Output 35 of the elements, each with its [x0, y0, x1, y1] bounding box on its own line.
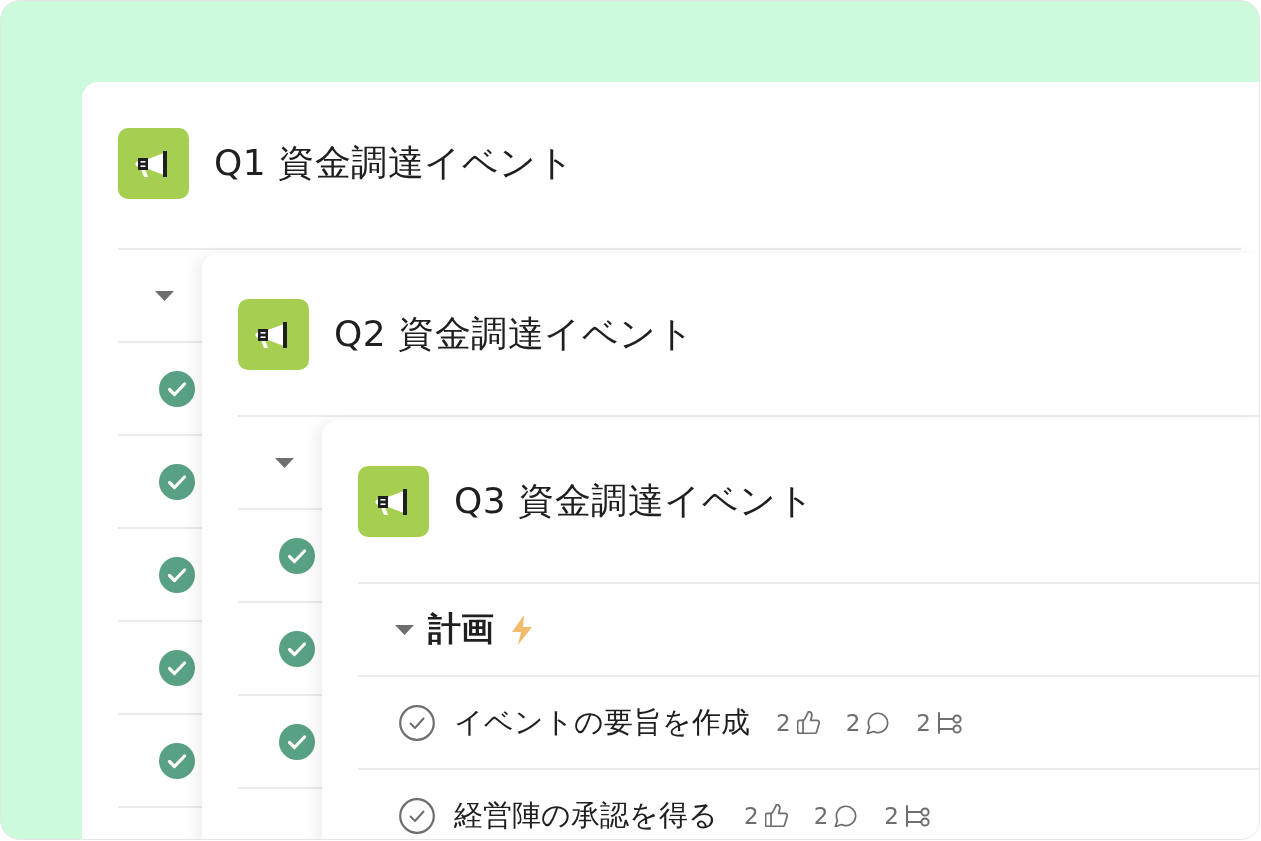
subtask-icon[interactable]	[936, 711, 963, 734]
caret-icon[interactable]	[155, 290, 174, 301]
caret-icon[interactable]	[275, 457, 294, 468]
megaphone-icon	[238, 298, 309, 370]
task-name: イベントの要旨を作成	[454, 704, 750, 741]
megaphone-icon	[358, 465, 429, 537]
project-title: Q1 資金調達イベント	[214, 140, 575, 185]
check-circle-icon[interactable]	[159, 370, 195, 407]
check-circle-icon[interactable]	[159, 463, 195, 500]
project-title: Q3 資金調達イベント	[454, 478, 815, 523]
check-circle-icon[interactable]	[279, 630, 315, 667]
like-count: 2	[776, 709, 791, 736]
comment-count: 2	[813, 802, 829, 829]
comment-icon[interactable]	[834, 804, 859, 827]
check-circle-icon[interactable]	[159, 742, 195, 779]
subtask-count: 2	[916, 709, 931, 736]
like-count: 2	[744, 802, 759, 829]
thumbs-up-icon[interactable]	[764, 804, 788, 827]
section-title: 計画	[428, 608, 494, 650]
check-circle-icon[interactable]	[279, 723, 315, 760]
subtask-icon[interactable]	[904, 804, 931, 827]
comment-count: 2	[845, 709, 861, 736]
check-circle-icon[interactable]	[159, 556, 195, 593]
check-circle-icon[interactable]	[399, 797, 435, 834]
task-name: 経営陣の承認を得る	[454, 797, 718, 834]
megaphone-icon	[118, 127, 189, 199]
project-title: Q2 資金調達イベント	[334, 311, 695, 356]
thumbs-up-icon[interactable]	[796, 711, 820, 734]
check-circle-icon[interactable]	[159, 649, 195, 686]
check-circle-icon[interactable]	[279, 537, 315, 574]
comment-icon[interactable]	[866, 711, 891, 734]
caret-icon[interactable]	[395, 624, 414, 635]
lightning-icon	[510, 614, 534, 645]
subtask-count: 2	[884, 802, 899, 829]
check-circle-icon[interactable]	[399, 704, 435, 741]
